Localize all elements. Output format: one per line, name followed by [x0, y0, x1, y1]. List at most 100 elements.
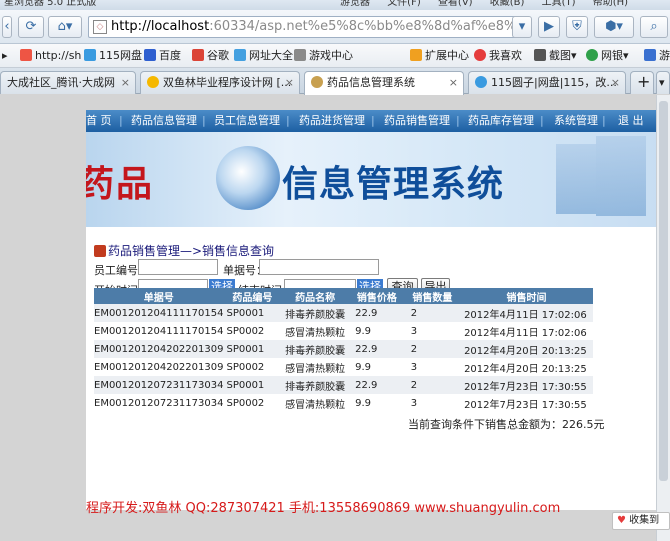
cell-bill-no: EM001201204111170154 — [94, 322, 224, 340]
table-row: EM001201204111170154 SP0001 排毒养颜胶囊 22.9 … — [94, 304, 593, 322]
tab-list-icon[interactable]: ▾ — [656, 71, 670, 94]
cell-price: 22.9 — [349, 340, 405, 358]
close-icon[interactable]: × — [449, 72, 458, 93]
cell-price: 9.9 — [349, 358, 405, 376]
developer-credit: 程序开发:双鱼林 QQ:287307421 手机:13558690869 www… — [86, 501, 561, 516]
home-icon[interactable]: ⌂▾ — [48, 16, 82, 38]
tab-drug-system[interactable]: 药品信息管理系统 × — [304, 71, 464, 95]
bookmark-favicon-icon — [144, 49, 156, 61]
navigation-toolbar: ‹ ⟳ ⌂▾ ◇ http://localhost:60334/asp.net%… — [0, 10, 670, 44]
back-button[interactable]: ‹ — [2, 16, 12, 38]
tab-115[interactable]: 115圆子|网盘|115，改... × — [468, 71, 626, 94]
bookmark-115[interactable]: 115网盘 — [84, 44, 142, 67]
menu-logout[interactable]: 退 出 — [618, 110, 644, 132]
favorites-button[interactable]: 我喜欢 — [474, 44, 522, 67]
collect-button[interactable]: ♥ 收集到 — [612, 512, 670, 530]
dropdown-icon[interactable]: ▾ — [512, 16, 532, 38]
page-favicon-icon — [475, 76, 487, 88]
address-bar[interactable]: ◇ http://localhost:60334/asp.net%e5%8c%b… — [88, 16, 528, 38]
cell-time: 2012年4月20日 20:13:25 — [460, 340, 593, 358]
building-graphic — [556, 144, 596, 214]
search-engine-icon[interactable]: ⬢▾ — [594, 16, 634, 38]
table-row: EM001201204111170154 SP0002 感冒清热颗粒 9.9 3… — [94, 322, 593, 340]
menu-system[interactable]: 系统管理 — [554, 110, 598, 132]
cell-drug-id: SP0002 — [223, 394, 282, 412]
menu-file[interactable]: 文件(F) — [387, 0, 421, 8]
menu-employee-info[interactable]: 员工信息管理 — [214, 110, 280, 132]
close-icon[interactable]: × — [121, 72, 130, 93]
bookmark-arrow-icon[interactable]: ▸ — [2, 44, 8, 67]
drug-management-app: 首 页 | 药品信息管理 | 员工信息管理 | 药品进货管理 | 药品销售管理 … — [86, 110, 656, 510]
puzzle-icon — [410, 49, 422, 61]
building-graphic — [596, 136, 646, 216]
menu-drug-sales[interactable]: 药品销售管理 — [384, 110, 450, 132]
menu-favorites[interactable]: 收藏(B) — [490, 0, 525, 8]
cell-price: 9.9 — [349, 394, 405, 412]
table-row: EM001201207231173034 SP0001 排毒养颜胶囊 22.9 … — [94, 376, 593, 394]
cell-bill-no: EM001201204202201309 — [94, 340, 224, 358]
menu-home[interactable]: 首 页 — [86, 110, 112, 132]
forward-icon[interactable]: ▶ — [538, 16, 560, 38]
cell-price: 22.9 — [349, 304, 405, 322]
col-time: 销售时间 — [460, 288, 593, 304]
bill-no-input[interactable] — [259, 259, 379, 275]
bookmark-baidu[interactable]: 百度 — [144, 44, 181, 67]
sales-table-body: EM001201204111170154 SP0001 排毒养颜胶囊 22.9 … — [94, 304, 593, 412]
cell-time: 2012年4月20日 20:13:25 — [460, 358, 593, 376]
screenshot-button[interactable]: 截图▾ — [534, 44, 577, 67]
bookmark-hao[interactable]: 网址大全 — [234, 44, 293, 67]
menu-view[interactable]: 查看(V) — [438, 0, 473, 8]
bookmark-favicon-icon — [234, 49, 246, 61]
bookmark-games[interactable]: 游戏中心 — [294, 44, 353, 67]
menu-drug-stock[interactable]: 药品库存管理 — [468, 110, 534, 132]
extension-center-button[interactable]: 扩展中心 — [410, 44, 469, 67]
close-icon[interactable]: × — [285, 72, 294, 93]
search-icon[interactable]: ⌕ — [640, 16, 668, 38]
cell-drug-name: 感冒清热颗粒 — [281, 394, 350, 412]
cell-drug-id: SP0002 — [223, 358, 282, 376]
address-path: :60334/asp.net%e5%8c%bb%e8%8d%af%e8%bf%9… — [209, 19, 528, 34]
close-icon[interactable]: × — [611, 72, 620, 93]
globe-icon — [216, 146, 280, 210]
col-drug-name: 药品名称 — [281, 288, 350, 304]
bookmark-favicon-icon — [20, 49, 32, 61]
banner-text-left: 药品 — [86, 163, 155, 205]
heart-icon — [474, 49, 486, 61]
employee-id-input[interactable] — [138, 259, 218, 275]
refresh-icon[interactable]: ⟳ — [18, 16, 44, 38]
cell-bill-no: EM001201207231173034 — [94, 394, 224, 412]
browser-title: 星浏览器 5.0 正式版 — [4, 0, 97, 8]
cell-bill-no: EM001201204111170154 — [94, 304, 224, 322]
cell-time: 2012年4月11日 17:02:06 — [460, 304, 593, 322]
table-row: EM001201207231173034 SP0002 感冒清热颗粒 9.9 3… — [94, 394, 593, 412]
cell-drug-name: 感冒清热颗粒 — [281, 358, 350, 376]
cell-time: 2012年4月11日 17:02:06 — [460, 322, 593, 340]
menu-help[interactable]: 帮助(H) — [593, 0, 628, 8]
bookmark-google[interactable]: 谷歌 — [192, 44, 229, 67]
bookmark-game[interactable]: 游 — [644, 44, 670, 67]
tab-dacheng[interactable]: 大成社区_腾讯·大成网 × — [0, 71, 136, 94]
address-host: http://localhost — [111, 19, 210, 34]
breadcrumb: 药品销售管理—>销售信息查询 — [94, 242, 274, 259]
bank-button[interactable]: 网银▾ — [586, 44, 629, 67]
cell-drug-name: 排毒养颜胶囊 — [281, 340, 350, 358]
home-icon — [94, 245, 106, 257]
cell-price: 9.9 — [349, 322, 405, 340]
sales-total-summary: 当前查询条件下销售总金额为：226.5元 — [408, 418, 605, 431]
scrollbar-thumb[interactable] — [659, 101, 668, 481]
tab-shuangyulin[interactable]: 双鱼林毕业程序设计网 [... × — [140, 71, 300, 94]
menu-drug-info[interactable]: 药品信息管理 — [131, 110, 197, 132]
vertical-scrollbar[interactable] — [656, 95, 670, 541]
menu-tools[interactable]: 工具(T) — [542, 0, 576, 8]
bookmark-sh[interactable]: http://sh — [20, 44, 81, 67]
cell-drug-name: 排毒养颜胶囊 — [281, 376, 350, 394]
cell-quantity: 3 — [404, 322, 461, 340]
col-quantity: 销售数量 — [404, 288, 461, 304]
cell-time: 2012年7月23日 17:30:55 — [460, 394, 593, 412]
page-icon: ◇ — [93, 20, 107, 34]
menu-browser[interactable]: 游览器 — [340, 0, 370, 8]
new-tab-button[interactable]: + — [630, 71, 654, 94]
shield-icon[interactable]: ⛨ — [566, 16, 588, 38]
menu-drug-purchase[interactable]: 药品进货管理 — [299, 110, 365, 132]
cell-quantity: 2 — [404, 304, 461, 322]
